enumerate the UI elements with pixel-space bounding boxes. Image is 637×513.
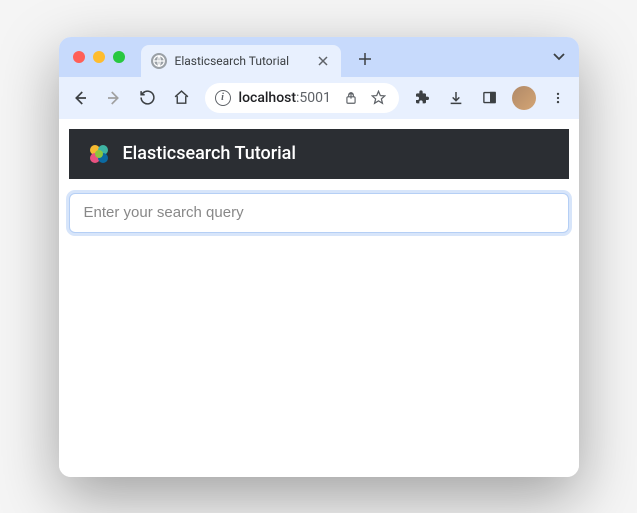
app-header: Elasticsearch Tutorial (69, 129, 569, 179)
minimize-window-button[interactable] (93, 51, 105, 63)
reload-button[interactable] (133, 83, 163, 113)
app-title: Elasticsearch Tutorial (123, 143, 296, 164)
menu-icon[interactable] (543, 83, 573, 113)
window-dropdown-button[interactable] (547, 45, 571, 69)
url-text: localhost:5001 (239, 90, 333, 106)
page-content: Elasticsearch Tutorial (59, 119, 579, 477)
close-tab-button[interactable] (315, 53, 331, 69)
site-info-icon[interactable]: i (215, 90, 231, 106)
address-bar[interactable]: i localhost:5001 (205, 83, 399, 113)
window-controls (67, 51, 131, 63)
bookmark-icon[interactable] (369, 88, 389, 108)
new-tab-button[interactable] (351, 45, 379, 73)
search-input[interactable] (69, 193, 569, 233)
browser-toolbar: i localhost:5001 (59, 77, 579, 119)
side-panel-icon[interactable] (475, 83, 505, 113)
profile-avatar[interactable] (512, 86, 536, 110)
tab-title: Elasticsearch Tutorial (175, 54, 307, 68)
forward-button[interactable] (99, 83, 129, 113)
browser-window: Elasticsearch Tutorial i localho (59, 37, 579, 477)
elasticsearch-logo-icon (87, 142, 111, 166)
maximize-window-button[interactable] (113, 51, 125, 63)
url-host: localhost (239, 90, 297, 106)
globe-icon (151, 53, 167, 69)
browser-tab[interactable]: Elasticsearch Tutorial (141, 45, 341, 77)
home-button[interactable] (167, 83, 197, 113)
url-port: :5001 (296, 90, 331, 106)
browser-tab-bar: Elasticsearch Tutorial (59, 37, 579, 77)
downloads-icon[interactable] (441, 83, 471, 113)
close-window-button[interactable] (73, 51, 85, 63)
extensions-icon[interactable] (407, 83, 437, 113)
search-container (59, 179, 579, 247)
share-icon[interactable] (341, 88, 361, 108)
back-button[interactable] (65, 83, 95, 113)
